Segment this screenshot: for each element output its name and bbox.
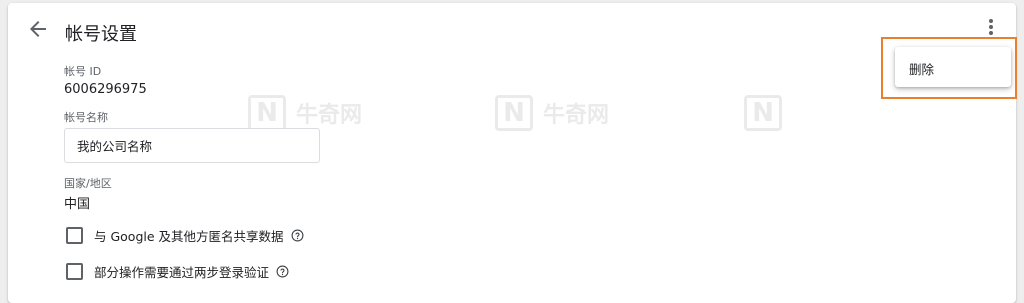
country-label: 国家/地区 <box>64 177 112 190</box>
two-step-checkbox[interactable] <box>66 262 83 280</box>
more-vert-icon <box>989 19 993 35</box>
account-settings-card: N 牛奇网 N 牛奇网 N 帐号设置 帐号 ID 6006296975 帐号名称… <box>8 3 1016 303</box>
account-name-input[interactable] <box>64 128 320 163</box>
country-value: 中国 <box>64 197 91 212</box>
delete-menu-item[interactable]: 删除 <box>909 59 934 78</box>
share-data-label: 与 Google 及其他方匿名共享数据 <box>94 228 284 244</box>
two-step-label: 部分操作需要通过两步登录验证 <box>94 264 270 280</box>
help-circle-icon[interactable] <box>291 229 304 242</box>
watermark-text: 牛奇网 <box>543 103 610 128</box>
watermark-logo-mark: N <box>248 95 286 131</box>
arrow-left-icon <box>30 21 46 37</box>
watermark-text: 牛奇网 <box>296 103 363 128</box>
account-name-label: 帐号名称 <box>64 111 108 124</box>
back-button[interactable] <box>26 17 50 41</box>
watermark-logo-mark: N <box>744 95 782 131</box>
share-data-option: 与 Google 及其他方匿名共享数据 <box>66 225 304 245</box>
share-data-checkbox[interactable] <box>66 226 83 244</box>
help-circle-icon[interactable] <box>276 265 289 278</box>
account-id-value: 6006296975 <box>64 82 147 97</box>
two-step-option: 部分操作需要通过两步登录验证 <box>66 261 289 281</box>
watermark-logo: N 牛奇网 <box>248 95 362 131</box>
watermark-logo-mark: N <box>495 95 533 131</box>
watermark-logo: N 牛奇网 <box>495 95 609 131</box>
more-options-button[interactable] <box>982 15 1000 39</box>
account-id-label: 帐号 ID <box>64 65 102 78</box>
page-title: 帐号设置 <box>65 24 137 45</box>
watermark-logo: N <box>744 95 782 131</box>
more-options-menu: 删除 <box>895 47 1011 87</box>
